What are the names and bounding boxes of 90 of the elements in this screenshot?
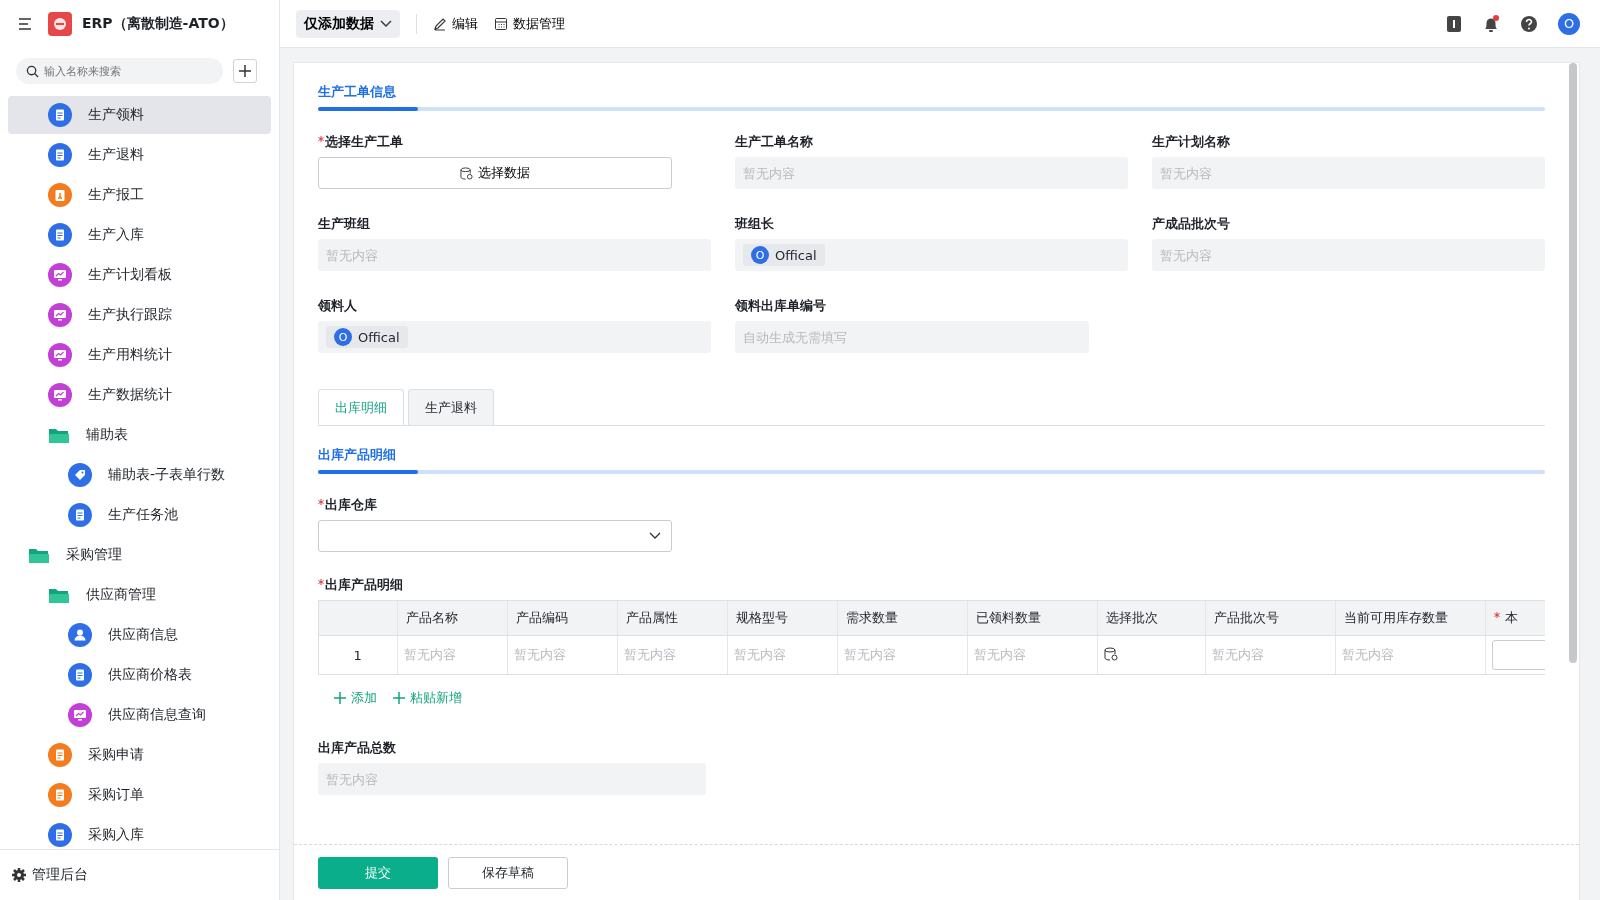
nav-item[interactable]: 生产任务池 [8,496,271,534]
nav-item[interactable]: 供应商信息查询 [8,696,271,734]
table-cell: 暂无内容 [507,635,617,674]
field-label: 产成品批次号 [1152,215,1230,233]
nav-item[interactable]: 生产领料 [8,96,271,134]
column-header: 规格型号 [727,601,837,636]
scrollbar[interactable] [1569,63,1577,663]
nav-item[interactable]: 采购订单 [8,776,271,814]
table-cell: 暂无内容 [727,635,837,674]
plus-icon [238,64,252,78]
section-title: 出库产品明细 [318,446,396,464]
caret-icon [380,19,392,28]
admin-link[interactable]: 管理后台 [32,866,88,884]
nav-item[interactable]: 生产退料 [8,136,271,174]
row-number: 1 [319,635,397,674]
field-label: 班组长 [735,215,774,233]
field-label: 出库仓库 [318,496,377,514]
user-avatar: O [751,246,769,264]
field-label: 出库产品明细 [318,576,403,594]
user-avatar[interactable]: O [1558,12,1580,35]
user-name: Offical [358,329,400,345]
bell-icon[interactable] [1482,14,1500,33]
pencil-icon [433,16,447,31]
plus-icon [393,692,405,704]
app-title: ERP（离散制造-ATO） [82,15,234,33]
folder-icon [48,426,70,444]
column-header: 本 [1485,601,1545,636]
table-cell: 暂无内容 [967,635,1097,674]
field-label: 选择生产工单 [318,133,403,151]
table-cell: 暂无内容 [837,635,967,674]
column-header: 产品属性 [617,601,727,636]
field-label: 出库产品总数 [318,739,396,757]
search-field[interactable]: 输入名称来搜索 [16,58,223,84]
field-label: 生产班组 [318,215,370,233]
nav-item[interactable]: 生产入库 [8,216,271,254]
table-cell: 暂无内容 [1205,635,1335,674]
folder-icon [48,586,70,604]
nav-item[interactable]: 供应商价格表 [8,656,271,694]
nav-item[interactable]: 采购入库 [8,816,271,849]
nav-folder[interactable]: 供应商管理 [8,576,271,614]
help-icon[interactable] [1520,14,1538,33]
required-icon [318,136,324,142]
user-avatar: O [334,328,352,346]
required-icon [318,579,324,585]
field-label: 生产工单名称 [735,133,813,151]
tab[interactable]: 生产退料 [408,389,494,425]
column-header: 选择批次 [1097,601,1205,636]
mode-dropdown[interactable]: 仅添加数据 [296,9,400,38]
nav-item[interactable]: 辅助表-子表单行数 [8,456,271,494]
menu-icon[interactable] [18,17,34,31]
section-title: 生产工单信息 [318,83,396,101]
nav-item[interactable]: 生产执行跟踪 [8,296,271,334]
edit-button[interactable]: 编辑 [433,14,478,33]
table-cell: 暂无内容 [617,635,727,674]
required-icon [318,499,324,505]
nav-item[interactable]: 生产用料统计 [8,336,271,374]
table-button[interactable]: 数据管理 [494,14,565,33]
field-label: 生产计划名称 [1152,133,1230,151]
search-icon [26,65,39,78]
select-data-button[interactable]: 选择数据 [318,157,672,189]
save-draft-button[interactable]: 保存草稿 [448,857,568,889]
column-header: 已领料数量 [967,601,1097,636]
nav-item[interactable]: 生产报工 [8,176,271,214]
column-header: 产品名称 [397,601,507,636]
nav-item[interactable]: 生产计划看板 [8,256,271,294]
table-cell: 暂无内容 [1335,635,1485,674]
nav-folder[interactable]: 辅助表 [8,416,271,454]
nav-item[interactable]: 供应商信息 [8,616,271,654]
column-header: 需求数量 [837,601,967,636]
nav-folder[interactable]: 采购管理 [8,536,271,574]
column-header: 当前可用库存数量 [1335,601,1485,636]
nav-item[interactable]: 生产数据统计 [8,376,271,414]
database-icon[interactable] [1103,646,1118,661]
column-header: 产品编码 [507,601,617,636]
required-icon [1493,612,1500,618]
database-icon [460,166,473,180]
app-logo-icon [48,12,72,36]
table-cell: 暂无内容 [397,635,507,674]
folder-icon [28,546,50,564]
nav-item[interactable]: 采购申请 [8,736,271,774]
add-button[interactable] [233,59,257,83]
chevron-down-icon [649,532,661,540]
notebook-icon[interactable] [1446,14,1462,33]
settings-icon [12,868,26,882]
field-label: 领料人 [318,297,357,315]
plus-icon [334,692,346,704]
field-label: 领料出库单编号 [735,297,826,315]
column-header: 产品批次号 [1205,601,1335,636]
table-icon [494,16,508,31]
user-name: Offical [775,247,817,263]
